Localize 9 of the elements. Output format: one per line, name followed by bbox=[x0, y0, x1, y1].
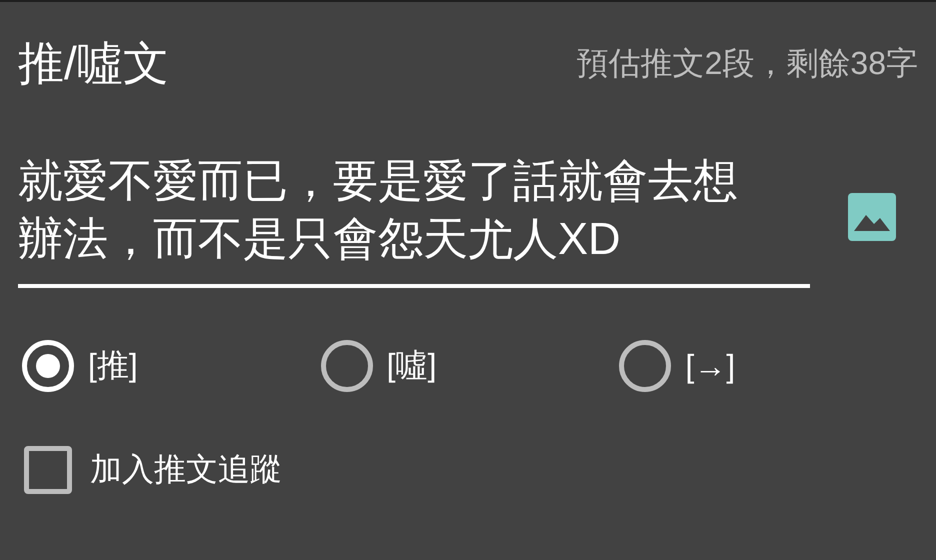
comment-field[interactable]: 就愛不愛而已，要是愛了話就會去想辦法，而不是只會怨天尤人XD bbox=[18, 146, 810, 288]
checkbox-label: 加入推文追蹤 bbox=[90, 450, 282, 489]
image-icon[interactable] bbox=[848, 193, 896, 241]
radio-option[interactable]: [噓] bbox=[320, 340, 620, 392]
radio-option[interactable]: [推] bbox=[22, 340, 321, 392]
checkbox[interactable] bbox=[24, 446, 72, 494]
radio-option[interactable]: [→] bbox=[619, 340, 918, 392]
character-counter: 預估推文2段，剩餘38字 bbox=[576, 44, 918, 83]
dialog-title: 推/噓文 bbox=[18, 36, 169, 91]
